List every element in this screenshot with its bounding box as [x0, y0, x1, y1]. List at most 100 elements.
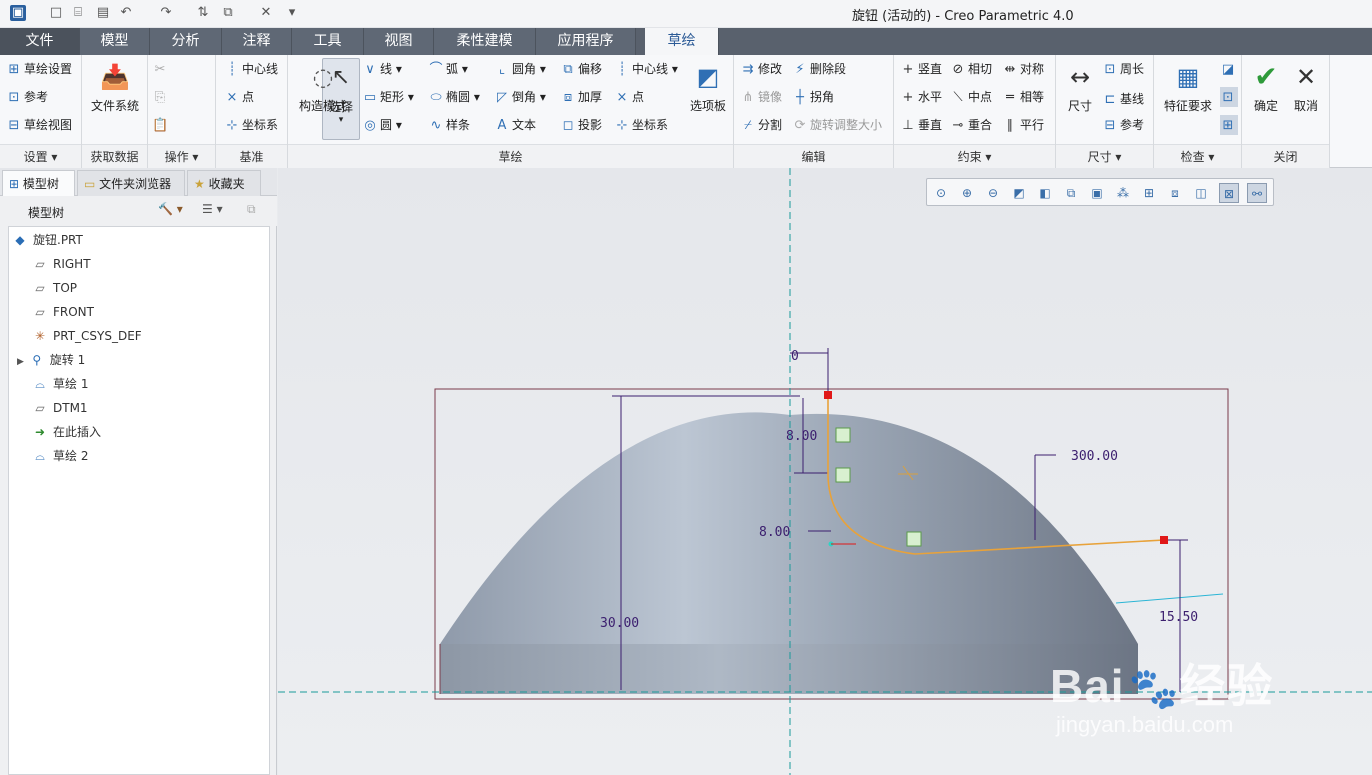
- dim-top-offset[interactable]: 0: [791, 349, 799, 364]
- tree-item-right[interactable]: ▱ RIGHT: [31, 253, 90, 275]
- ellipse-button[interactable]: ⬭ 椭圆 ▾: [428, 87, 479, 107]
- dim-fillet-width[interactable]: 8.00: [759, 525, 790, 540]
- datum-centerline-button[interactable]: ┊ 中心线: [224, 59, 278, 79]
- tab-file[interactable]: 文件: [0, 28, 80, 55]
- expand-arrow-icon[interactable]: ▶: [17, 357, 24, 367]
- group-label-constrain[interactable]: 约束 ▾: [894, 144, 1055, 168]
- tab-tools[interactable]: 工具: [292, 28, 364, 55]
- tree-item-sketch1[interactable]: ⌓ 草绘 1: [31, 373, 88, 395]
- zoom-out-icon[interactable]: ⊖: [983, 183, 1003, 203]
- divide-button[interactable]: ⌿ 分割: [740, 115, 782, 135]
- tab-analysis[interactable]: 分析: [150, 28, 222, 55]
- open-icon[interactable]: ⌸: [70, 5, 86, 21]
- spin-center-icon[interactable]: ⧈: [1165, 183, 1185, 203]
- group-label-operations[interactable]: 操作 ▾: [148, 144, 215, 168]
- cancel-button[interactable]: ✕ 取消: [1286, 61, 1326, 114]
- tab-annotate[interactable]: 注释: [222, 28, 292, 55]
- windows-icon[interactable]: ⧉: [220, 5, 236, 21]
- overlapping-geometry-button[interactable]: ◪: [1220, 59, 1238, 79]
- redo-icon[interactable]: ↷: [158, 5, 174, 21]
- annotation-display-icon[interactable]: ⊞: [1139, 183, 1159, 203]
- thicken-button[interactable]: ⧈ 加厚: [560, 87, 602, 107]
- offset-button[interactable]: ⧉ 偏移: [560, 59, 602, 79]
- tree-item-dtm1[interactable]: ▱ DTM1: [31, 397, 87, 419]
- new-icon[interactable]: □: [48, 5, 64, 21]
- sketch-endpoint-top[interactable]: [824, 391, 832, 399]
- tangent-constraint-button[interactable]: ⊘ 相切: [950, 59, 992, 79]
- text-button[interactable]: A 文本: [494, 115, 536, 135]
- copy-button[interactable]: ⎘: [152, 87, 170, 107]
- perpendicular-constraint-button[interactable]: ⊥ 垂直: [900, 115, 942, 135]
- line-button[interactable]: ∨ 线 ▾: [362, 59, 402, 79]
- dim-arc-height[interactable]: 8.00: [786, 429, 817, 444]
- constraint-display-icon[interactable]: ⚯: [1247, 183, 1267, 203]
- project-button[interactable]: ◻ 投影: [560, 115, 602, 135]
- refit-icon[interactable]: ⊙: [931, 183, 951, 203]
- undo-icon[interactable]: ↶: [118, 5, 134, 21]
- zoom-in-icon[interactable]: ⊕: [957, 183, 977, 203]
- corner-button[interactable]: ┼ 拐角: [792, 87, 834, 107]
- shade-closed-loops-button[interactable]: ⊞: [1220, 115, 1238, 135]
- sketcher-display-icon[interactable]: ⊠: [1219, 183, 1239, 203]
- vertical-constraint-icon[interactable]: [835, 427, 851, 443]
- sketch-view-button[interactable]: ⊟ 草绘视图: [6, 115, 72, 135]
- cut-button[interactable]: ✂: [152, 59, 170, 79]
- sketch-centerline-button[interactable]: ┊ 中心线 ▾: [614, 59, 678, 79]
- tab-flexible-modeling[interactable]: 柔性建模: [434, 28, 536, 55]
- parallel-constraint-button[interactable]: ∥ 平行: [1002, 115, 1044, 135]
- circle-button[interactable]: ◎ 圆 ▾: [362, 115, 402, 135]
- paste-button[interactable]: 📋: [152, 115, 170, 135]
- modify-button[interactable]: ⇉ 修改: [740, 59, 782, 79]
- app-icon[interactable]: ▣: [10, 5, 26, 21]
- tab-view[interactable]: 视图: [364, 28, 434, 55]
- view-manager-icon[interactable]: ▣: [1087, 183, 1107, 203]
- tab-sketch[interactable]: 草绘: [645, 28, 719, 55]
- reference-dimension-button[interactable]: ⊟ 参考: [1102, 115, 1144, 135]
- dimension-button[interactable]: ↔ 尺寸: [1060, 61, 1100, 114]
- vertical-constraint-button[interactable]: + 竖直: [900, 59, 942, 79]
- references-button[interactable]: ⊡ 参考: [6, 87, 48, 107]
- datum-display-icon[interactable]: ⁂: [1113, 183, 1133, 203]
- close-window-icon[interactable]: ✕: [258, 5, 274, 21]
- group-label-setup[interactable]: 设置 ▾: [0, 144, 81, 168]
- tangent-constraint-icon[interactable]: [835, 467, 851, 483]
- saved-orientations-icon[interactable]: ⧉: [1061, 183, 1081, 203]
- tab-favorites[interactable]: ★ 收藏夹: [187, 170, 261, 196]
- perimeter-button[interactable]: ⊡ 周长: [1102, 59, 1144, 79]
- sketch-setup-button[interactable]: ⊞ 草绘设置: [6, 59, 72, 79]
- tree-item-revolve[interactable]: ▶ ⚲ 旋转 1: [17, 349, 85, 371]
- tree-item-csys[interactable]: ✳ PRT_CSYS_DEF: [31, 325, 142, 347]
- tree-item-sketch2[interactable]: ⌓ 草绘 2: [31, 445, 88, 467]
- tab-applications[interactable]: 应用程序: [536, 28, 636, 55]
- dim-total-height[interactable]: 30.00: [600, 616, 639, 631]
- midpoint-constraint-button[interactable]: ⟍ 中点: [950, 87, 992, 107]
- tree-item-top[interactable]: ▱ TOP: [31, 277, 77, 299]
- construction-mode-button[interactable]: ◌ 构造模式: [292, 61, 354, 114]
- save-icon[interactable]: ▤: [95, 5, 111, 21]
- file-system-button[interactable]: 📥 文件系统: [88, 61, 142, 114]
- tree-item-part[interactable]: ◆ 旋钮.PRT: [11, 229, 82, 251]
- sketch-point-button[interactable]: × 点: [614, 87, 644, 107]
- delete-segment-button[interactable]: ⚡ 删除段: [792, 59, 846, 79]
- horizontal-constraint-button[interactable]: + 水平: [900, 87, 942, 107]
- tangent-constraint-icon[interactable]: [906, 531, 922, 547]
- filter-icon[interactable]: ⧉: [247, 202, 256, 217]
- baseline-button[interactable]: ⊏ 基线: [1102, 89, 1144, 109]
- arc-button[interactable]: ⌒ 弧 ▾: [428, 59, 467, 79]
- fillet-button[interactable]: ⌞ 圆角 ▾: [494, 59, 546, 79]
- display-style-icon[interactable]: ◧: [1035, 183, 1055, 203]
- repaint-icon[interactable]: ◩: [1009, 183, 1029, 203]
- group-label-inspect[interactable]: 检查 ▾: [1154, 144, 1241, 168]
- sketch-endpoint-right[interactable]: [1160, 536, 1168, 544]
- ok-button[interactable]: ✔ 确定: [1246, 61, 1286, 114]
- show-menu-icon[interactable]: ☰ ▾: [202, 202, 223, 216]
- tree-item-insert-here[interactable]: ➜ 在此插入: [31, 421, 101, 443]
- regenerate-icon[interactable]: ⇅: [195, 5, 211, 21]
- chamfer-button[interactable]: ◸ 倒角 ▾: [494, 87, 546, 107]
- equal-constraint-button[interactable]: ═ 相等: [1002, 87, 1044, 107]
- rotate-resize-button[interactable]: ⟳ 旋转调整大小: [792, 115, 882, 135]
- dim-end-height[interactable]: 15.50: [1159, 610, 1198, 625]
- tab-folder-browser[interactable]: ▭ 文件夹浏览器: [77, 170, 185, 196]
- coincident-constraint-button[interactable]: ⊸ 重合: [950, 115, 992, 135]
- feature-requirements-button[interactable]: ▦ 特征要求: [1158, 61, 1218, 114]
